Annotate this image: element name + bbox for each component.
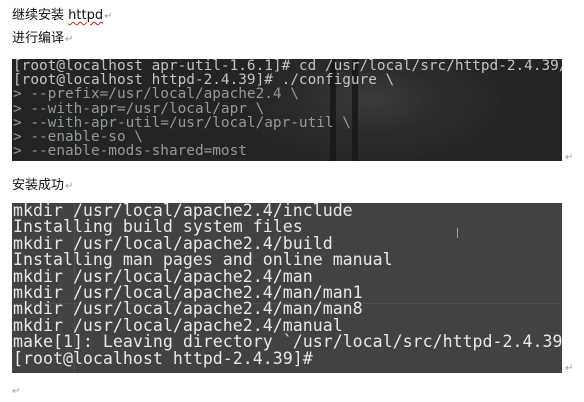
success-label-paragraph: 安装成功↵ [12,178,73,195]
terminal-line: > --enable-mods-shared=most [13,143,247,159]
success-label: 安装成功 [12,178,65,193]
paragraph-mark-icon: ↵ [104,11,113,22]
doc-heading: 继续安装 httpd↵ [12,8,112,25]
cursor-marker [457,228,458,238]
paragraph-mark-icon: ↵ [12,386,21,397]
paragraph-mark-icon: ↵ [565,363,574,374]
paragraph-mark-icon: ↵ [65,34,74,45]
terminal-prompt-line: [root@localhost httpd-2.4.39]# [13,348,313,368]
terminal-line: > --prefix=/usr/local/apache2.4 \ [13,86,299,102]
terminal-install-screenshot: mkdir /usr/local/apache2.4/include Insta… [12,203,562,373]
heading-prefix: 继续安装 [12,8,69,23]
paragraph-mark-icon: ↵ [65,181,74,192]
compile-label-paragraph: 进行编译↵ [12,31,73,48]
terminal-configure-screenshot: [root@localhost apr-util-1.6.1]# cd /usr… [12,59,562,161]
compile-label: 进行编译 [12,31,65,46]
paragraph-mark-icon: ↵ [565,152,574,163]
heading-word-httpd: httpd [68,8,104,23]
